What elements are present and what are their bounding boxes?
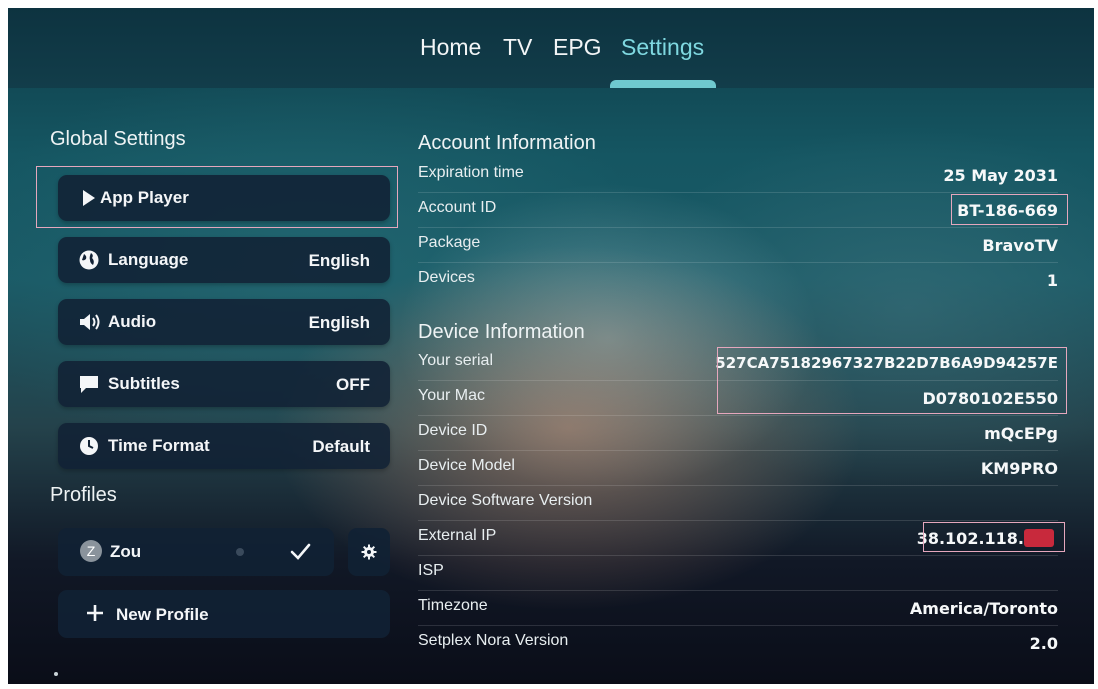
tab-home[interactable]: Home [420, 34, 481, 61]
subtitles-label: Subtitles [108, 374, 180, 393]
device-info-heading: Device Information [418, 321, 585, 343]
audio-value: English [308, 313, 370, 332]
device-row-timezone: Timezone America/Toronto [418, 591, 1058, 626]
chat-bubble-icon [78, 373, 100, 395]
row-key: Account ID [418, 199, 497, 216]
audio-label: Audio [108, 312, 157, 331]
profile-settings-button[interactable] [348, 528, 390, 576]
app-player-label: App Player [100, 188, 189, 207]
language-button[interactable]: Language English [58, 237, 390, 283]
account-row-package: Package BravoTV [418, 228, 1058, 263]
avatar: Z [80, 540, 102, 562]
plus-icon [84, 602, 106, 629]
profile-name: Zou [110, 542, 142, 561]
tv-screen: Home TV EPG Settings Global Settings App… [8, 8, 1094, 684]
language-label: Language [108, 250, 189, 269]
status-dot [54, 672, 58, 676]
account-row-expiration: Expiration time 25 May 2031 [418, 158, 1058, 193]
account-row-devices: Devices 1 [418, 263, 1058, 297]
row-key: Your serial [418, 352, 494, 369]
subtitles-button[interactable]: Subtitles OFF [58, 361, 390, 407]
device-row-software-version: Device Software Version [418, 486, 1058, 521]
language-value: English [308, 251, 370, 270]
new-profile-label: New Profile [116, 605, 209, 624]
row-value: America/Toronto [909, 599, 1058, 618]
device-row-device-id: Device ID mQcEPg [418, 416, 1058, 451]
row-value: KM9PRO [980, 459, 1058, 478]
device-row-model: Device Model KM9PRO [418, 451, 1058, 486]
external-ip-highlight [923, 522, 1065, 552]
row-value: 1 [1046, 271, 1058, 290]
active-tab-indicator [610, 80, 716, 88]
row-value: 25 May 2031 [943, 166, 1058, 185]
audio-button[interactable]: Audio English [58, 299, 390, 345]
tab-tv[interactable]: TV [503, 34, 532, 61]
device-row-nora-version: Setplex Nora Version 2.0 [418, 626, 1058, 660]
row-key: Setplex Nora Version [418, 632, 569, 649]
profiles-heading: Profiles [50, 484, 117, 506]
subtitles-value: OFF [336, 375, 370, 394]
tab-epg[interactable]: EPG [553, 34, 602, 61]
time-format-value: Default [312, 437, 370, 456]
top-nav: Home TV EPG Settings [8, 34, 1094, 68]
profile-item[interactable]: Z Zou [58, 528, 334, 576]
row-key: External IP [418, 527, 497, 544]
row-key: Expiration time [418, 164, 524, 181]
row-key: ISP [418, 562, 444, 579]
clock-icon [78, 435, 100, 457]
serial-mac-highlight [717, 347, 1067, 414]
row-key: Device Software Version [418, 492, 593, 509]
row-value: 2.0 [1029, 634, 1058, 653]
tab-settings[interactable]: Settings [621, 34, 704, 61]
time-format-label: Time Format [108, 436, 210, 455]
row-key: Devices [418, 269, 475, 286]
gear-icon [361, 544, 377, 565]
time-format-button[interactable]: Time Format Default [58, 423, 390, 469]
row-value: BravoTV [982, 236, 1058, 255]
app-player-button[interactable]: App Player [58, 175, 390, 221]
account-id-highlight [951, 194, 1068, 225]
global-settings-heading: Global Settings [50, 128, 186, 150]
account-info-heading: Account Information [418, 132, 596, 154]
row-key: Your Mac [418, 387, 485, 404]
row-key: Device ID [418, 422, 488, 439]
play-icon [78, 187, 100, 209]
check-icon [288, 540, 312, 569]
row-key: Package [418, 234, 481, 251]
row-value: mQcEPg [984, 424, 1058, 443]
row-key: Timezone [418, 597, 488, 614]
new-profile-button[interactable]: New Profile [58, 590, 390, 638]
row-key: Device Model [418, 457, 515, 474]
speaker-icon [78, 311, 100, 333]
globe-icon [78, 249, 100, 271]
top-bar: Home TV EPG Settings [8, 8, 1094, 88]
dot-indicator [236, 548, 244, 556]
device-row-isp: ISP [418, 556, 1058, 591]
